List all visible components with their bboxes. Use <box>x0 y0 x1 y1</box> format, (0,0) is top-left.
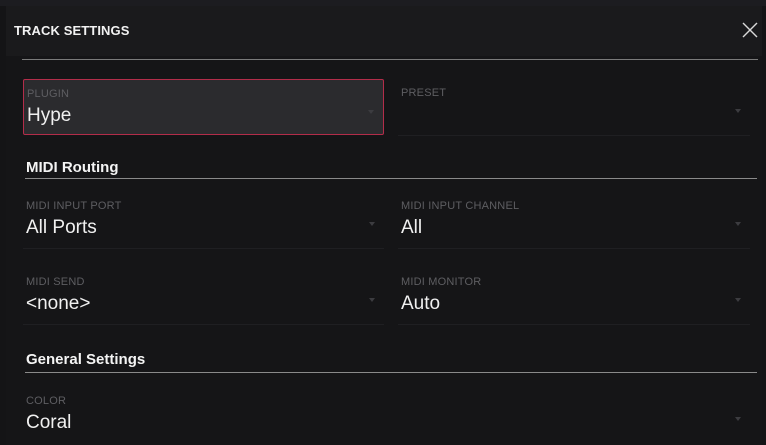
color-label: COLOR <box>26 395 67 407</box>
midi-input-channel-label: MIDI INPUT CHANNEL <box>401 200 520 212</box>
midi-monitor-select[interactable]: MIDI MONITOR Auto <box>398 268 750 325</box>
preset-select[interactable]: PRESET <box>398 79 750 136</box>
midi-routing-divider <box>25 178 757 179</box>
track-settings-dialog: TRACK SETTINGS PLUGIN Hype PRESET MIDI R… <box>6 6 762 445</box>
general-settings-divider <box>25 372 757 373</box>
midi-send-value: <none> <box>26 293 91 314</box>
chevron-down-icon <box>369 298 375 302</box>
midi-input-port-value: All Ports <box>26 217 97 238</box>
plugin-value: Hype <box>27 105 72 126</box>
dialog-title: TRACK SETTINGS <box>14 23 130 38</box>
color-select[interactable]: COLOR Coral <box>23 387 750 445</box>
general-settings-heading: General Settings <box>26 351 146 368</box>
preset-label: PRESET <box>401 87 447 99</box>
chevron-down-icon <box>369 222 375 226</box>
midi-input-channel-value: All <box>401 217 423 238</box>
chevron-down-icon <box>735 298 741 302</box>
midi-send-label: MIDI SEND <box>26 276 85 288</box>
midi-input-channel-select[interactable]: MIDI INPUT CHANNEL All <box>398 192 750 249</box>
header-divider <box>22 59 758 60</box>
dialog-header: TRACK SETTINGS <box>6 6 762 56</box>
midi-monitor-label: MIDI MONITOR <box>401 276 482 288</box>
right-edge <box>762 6 766 445</box>
chevron-down-icon <box>735 109 741 113</box>
midi-input-port-label: MIDI INPUT PORT <box>26 200 122 212</box>
midi-routing-heading: MIDI Routing <box>26 159 119 176</box>
midi-monitor-value: Auto <box>401 293 441 314</box>
close-icon[interactable] <box>738 18 762 42</box>
chevron-down-icon <box>368 110 374 114</box>
color-value: Coral <box>26 412 72 433</box>
midi-send-select[interactable]: MIDI SEND <none> <box>23 268 384 325</box>
chevron-down-icon <box>735 417 741 421</box>
plugin-label: PLUGIN <box>27 88 70 100</box>
chevron-down-icon <box>735 222 741 226</box>
plugin-select[interactable]: PLUGIN Hype <box>23 79 384 135</box>
midi-input-port-select[interactable]: MIDI INPUT PORT All Ports <box>23 192 384 249</box>
